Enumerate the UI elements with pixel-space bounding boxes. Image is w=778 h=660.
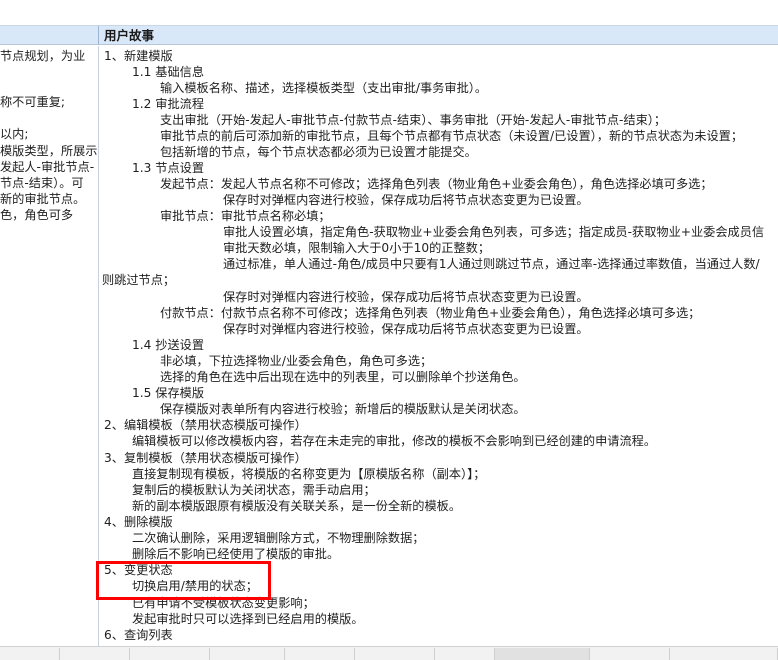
story-section-heading: 3、复制模板（禁用状态模版可操作） [104,451,307,465]
story-text-line: 发起节点：发起人节点名称不可修改；选择角色列表（物业角色+业委会角色），角色选择… [160,177,713,191]
story-subheading: 1.1 基础信息 [132,65,205,79]
story-text-line: 保存模版对表单所有内容进行校验；新增后的模版默认是关闭状态。 [160,402,526,416]
left-text-line: 以内; [0,127,29,141]
user-story-cell[interactable]: 1、新建模版 1.1 基础信息 输入模板名称、描述，选择模板类型（支出审批/事务… [100,46,778,646]
story-text-line: 二次确认删除，采用逻辑删除方式，不物理删除数据； [132,531,425,545]
story-section-heading: 1、新建模版 [104,49,173,63]
story-text-line: 非必填，下拉选择物业/业委会角色，角色可多选； [160,354,433,368]
story-text-line: 包括新增的节点，每个节点状态都必须为已设置才能提交。 [160,145,477,159]
header-row: 用户故事 [0,25,778,45]
red-highlight-box [96,561,271,600]
story-section-heading: 4、删除模版 [104,515,173,529]
sheet-tab[interactable] [355,648,435,660]
story-text-line: 支出审批（开始-发起人-审批节点-付款节点-结束）、事务审批（开始-发起人-审批… [160,113,667,127]
story-text-line: 直接复制现有模板，将模版的名称变更为【原模版名称（副本）】； [132,467,486,481]
story-text-line: 发起审批时只可以选择到已经启用的模版。 [132,612,364,626]
sheet-tab[interactable] [285,648,355,660]
left-text-line: 发起人-审批节点- [0,160,95,174]
story-text-line: 编辑模板可以修改模板内容，若存在未走完的审批，修改的模板不会影响到已经创建的申请… [132,434,657,448]
sheet-tab[interactable] [0,648,60,660]
left-text-line: 模版类型，所展示 [0,144,98,158]
sheet-tab[interactable] [60,648,130,660]
story-text-line: 新的副本模版跟原有模版没有关联关系，是一份全新的模板。 [132,499,462,513]
left-text-line: 新的审批节点。 [0,192,86,206]
story-text-line: 通过标准，单人通过-角色/成员中只要有1人通过则跳过节点，通过率-选择通过率数值… [223,257,760,271]
story-text-line: 审批人设置必填，指定角色-获取物业+业委会角色列表，可多选；指定成员-获取物业+… [223,225,765,239]
sheet-tab[interactable] [210,648,285,660]
left-text-line: 色，角色可多 [0,208,74,222]
story-text-line: 删除后不影响已经使用了模版的审批。 [132,547,340,561]
story-text-line: 保存时对弹框内容进行校验，保存成功后将节点状态变更为已设置。 [223,193,589,207]
story-text-line: 则跳过节点； [102,273,176,287]
story-text-line: 审批节点的前后可添加新的审批节点，且每个节点都有节点状态（未设置/已设置），新的… [160,129,744,143]
story-text-line: 复制后的模板默认为关闭状态，需手动启用； [132,483,376,497]
story-text-line: 输入模板名称、描述，选择模板类型（支出审批/事务审批）。 [160,81,488,95]
sheet-tab[interactable] [590,648,670,660]
left-text-line: 节点规划，为业 [0,49,86,63]
story-text-line: 选择的角色在选中后出现在选中的列表里，可以删除单个抄送角色。 [160,370,526,384]
story-text-line: 审批天数必填，限制输入大于0小于10的正整数； [223,241,491,255]
story-text-line: 审批节点：审批节点名称必填； [160,209,331,223]
header-cell-left[interactable] [0,26,99,45]
story-text-line: 保存时对弹框内容进行校验，保存成功后将节点状态变更为已设置。 [223,290,589,304]
story-subheading: 1.5 保存模版 [132,386,205,400]
sheet-tab-active[interactable] [495,648,590,660]
story-subheading: 1.4 抄送设置 [132,338,205,352]
top-blank-row [0,0,778,25]
left-text-line: 节点-结束）。可 [0,176,84,190]
story-section-heading: 2、编辑模板（禁用状态模版可操作） [104,418,307,432]
story-text-line: 付款节点：付款节点名称不可修改；选择角色列表（物业角色+业委会角色），角色选择必… [160,306,701,320]
spreadsheet-view: 用户故事 节点规划，为业 称不可重复; 以内; 模版类型，所展示 发起人-审批节… [0,0,778,660]
story-subheading: 1.2 审批流程 [132,97,205,111]
column-header-user-story[interactable]: 用户故事 [104,28,154,43]
sheet-tab[interactable] [130,648,210,660]
sheet-tab[interactable] [435,648,495,660]
story-subheading: 1.3 节点设置 [132,161,205,175]
left-text-line: 称不可重复; [0,95,66,109]
sheet-tab-strip [0,646,778,660]
sheet-tab[interactable] [670,648,778,660]
story-section-heading: 6、查询列表 [104,628,173,642]
story-text-line: 保存时对弹框内容进行校验，保存成功后将节点状态变更为已设置。 [223,322,589,336]
left-column-cell[interactable]: 节点规划，为业 称不可重复; 以内; 模版类型，所展示 发起人-审批节点- 节点… [0,46,99,646]
